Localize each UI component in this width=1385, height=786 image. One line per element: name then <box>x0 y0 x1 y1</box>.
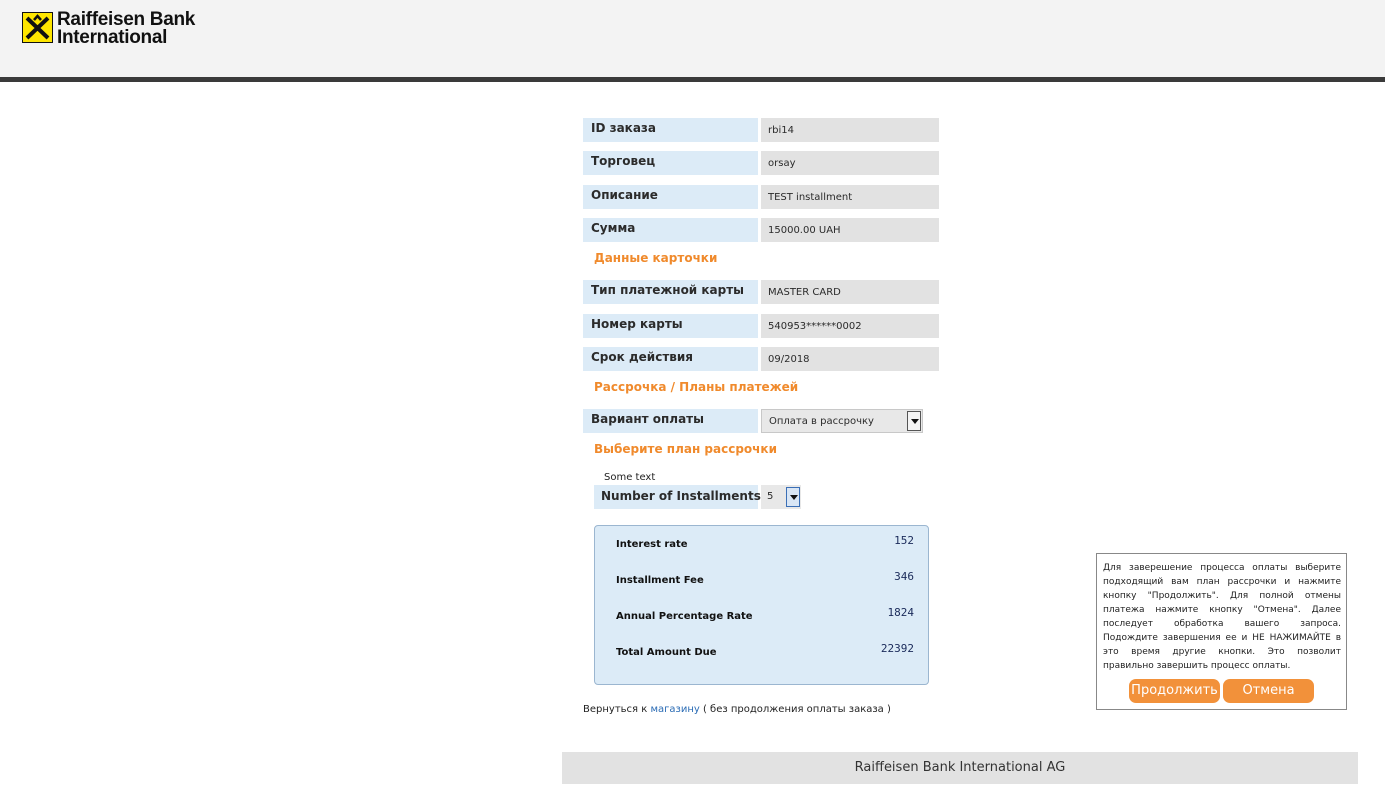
header-divider <box>0 77 1385 82</box>
interest-rate-value: 152 <box>894 534 914 547</box>
logo-emblem-icon <box>22 12 53 43</box>
back-to-shop-link[interactable]: магазину <box>650 704 699 715</box>
page-footer: Raiffeisen Bank International AG <box>562 752 1358 784</box>
page-header: Raiffeisen Bank International <box>0 0 1385 77</box>
some-text: Some text <box>604 472 656 483</box>
back-prefix: Вернуться к <box>583 704 651 715</box>
apr-value: 1824 <box>887 606 915 619</box>
chevron-down-icon[interactable] <box>786 487 800 507</box>
installments-label: Number of Installments: <box>594 485 766 509</box>
merchant-label: Торговец <box>583 151 758 175</box>
bank-logo[interactable]: Raiffeisen Bank International <box>22 9 222 48</box>
amount-value: 15000.00 UAH <box>761 218 939 242</box>
plan-section-title: Выберите план рассрочки <box>594 442 777 456</box>
instructions-text: Для заверешение процесса оплаты выберите… <box>1103 563 1341 671</box>
amount-label: Сумма <box>583 218 758 242</box>
installment-summary-panel: Interest rate 152 Installment Fee 346 An… <box>594 525 929 685</box>
installment-fee-label: Installment Fee <box>616 575 704 586</box>
order-id-value: rbi14 <box>761 118 939 142</box>
card-section-title: Данные карточки <box>594 251 718 265</box>
interest-rate-label: Interest rate <box>616 539 688 550</box>
card-type-value: MASTER CARD <box>761 280 939 304</box>
installments-select[interactable]: 5 <box>761 485 801 509</box>
card-type-label: Тип платежной карты <box>583 280 758 304</box>
payment-option-label: Вариант оплаты <box>583 409 758 433</box>
order-id-label: ID заказа <box>583 118 758 142</box>
total-amount-value: 22392 <box>880 642 914 655</box>
chevron-down-icon[interactable] <box>907 411 921 431</box>
description-label: Описание <box>583 185 758 209</box>
cancel-button[interactable]: Отмена <box>1223 679 1314 703</box>
installment-fee-value: 346 <box>894 570 914 583</box>
back-suffix: ( без продолжения оплаты заказа ) <box>699 704 891 715</box>
continue-button[interactable]: Продолжить <box>1129 679 1220 703</box>
merchant-value: orsay <box>761 151 939 175</box>
apr-label: Annual Percentage Rate <box>616 611 753 622</box>
expiry-label: Срок действия <box>583 347 758 371</box>
logo-text-line2: International <box>57 27 168 48</box>
installments-selected: 5 <box>767 491 774 502</box>
description-value: TEST installment <box>761 185 939 209</box>
total-amount-label: Total Amount Due <box>616 647 717 658</box>
expiry-value: 09/2018 <box>761 347 939 371</box>
back-to-shop-line: Вернуться к магазину ( без продолжения о… <box>583 704 891 715</box>
instructions-panel: Для заверешение процесса оплаты выберите… <box>1096 553 1347 710</box>
card-number-value: 540953******0002 <box>761 314 939 338</box>
installment-section-title: Рассрочка / Планы платежей <box>594 380 799 394</box>
payment-option-select[interactable]: Оплата в рассрочку <box>761 409 923 433</box>
payment-option-selected: Оплата в рассрочку <box>769 416 874 427</box>
card-number-label: Номер карты <box>583 314 758 338</box>
